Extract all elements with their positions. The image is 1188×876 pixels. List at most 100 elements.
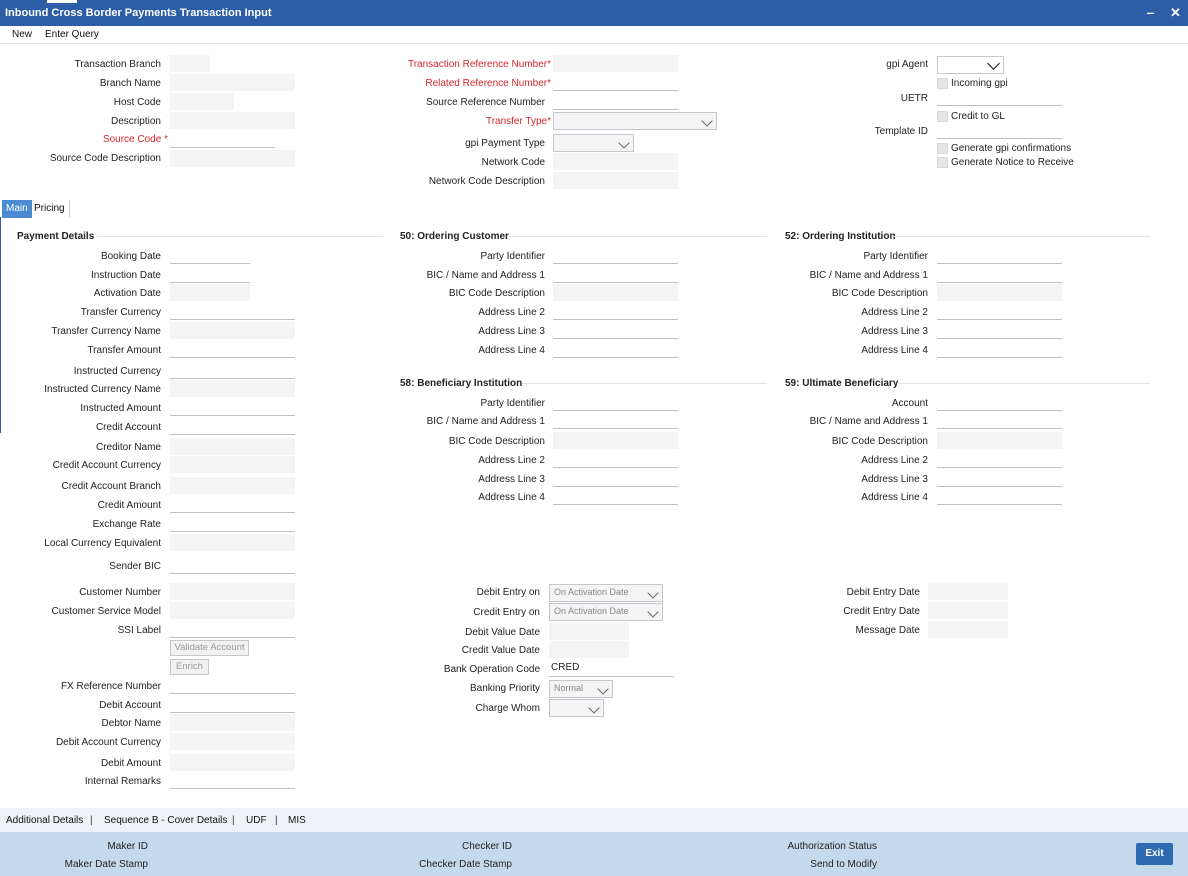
transfer-currency-field[interactable] [170,303,295,320]
oc-address3-field[interactable] [553,322,678,339]
instruction-date-field[interactable] [170,266,250,283]
internal-remarks-field[interactable] [170,772,295,789]
customer-service-model-field[interactable] [170,602,295,619]
description-field[interactable] [170,112,295,129]
message-date-field[interactable] [928,621,1008,638]
txn-ref-label: Transaction Reference Number* [408,59,551,70]
bi-address2-field[interactable] [553,451,678,468]
related-ref-field[interactable] [553,74,678,91]
oc-address4-field[interactable] [553,341,678,358]
credit-entry-on-value: On Activation Date [554,606,629,616]
oi-address4-field[interactable] [937,341,1062,358]
activation-date-field[interactable] [170,284,250,301]
network-code-desc-label: Network Code Description [428,176,545,187]
ub-address3-field[interactable] [937,470,1062,487]
gpi-payment-type-select[interactable] [553,134,634,152]
fx-reference-number-field[interactable] [170,677,295,694]
oc-party-identifier-field[interactable] [553,247,678,264]
credit-to-gl-checkbox[interactable] [937,111,948,122]
transaction-branch-field[interactable] [170,55,210,72]
network-code-desc-field[interactable] [553,172,678,189]
menu-enter-query[interactable]: Enter Query [45,29,99,40]
oi-address2-field[interactable] [937,303,1062,320]
oc-bic-field[interactable] [553,266,678,283]
bi-bic-desc-field[interactable] [553,432,678,449]
minimize-icon[interactable]: ‒ [1147,6,1154,20]
debit-account-field[interactable] [170,696,295,713]
debit-value-date-field[interactable] [549,623,629,640]
bi-address3-field[interactable] [553,470,678,487]
credit-account-field[interactable] [170,418,295,435]
instructed-amount-field[interactable] [170,399,295,416]
debit-amount-field[interactable] [170,754,295,771]
debit-entry-on-select[interactable]: On Activation Date [549,584,663,602]
enrich-button[interactable]: Enrich [170,659,209,675]
source-code-field[interactable] [170,131,275,148]
source-code-description-field[interactable] [170,150,295,167]
creditor-name-field[interactable] [170,438,295,455]
credit-account-branch-field[interactable] [170,477,295,494]
mis-link[interactable]: MIS [288,815,306,826]
incoming-gpi-label: Incoming gpi [951,78,1008,89]
transfer-currency-name-field[interactable] [170,322,295,339]
tab-main[interactable]: Main [2,200,32,218]
oi-bic-field[interactable] [937,266,1062,283]
bi-address4-field[interactable] [553,488,678,505]
bi-bic-field[interactable] [553,412,678,429]
branch-name-label: Branch Name [99,78,161,89]
generate-gpi-confirmations-checkbox[interactable] [937,143,948,154]
debtor-name-field[interactable] [170,714,295,731]
credit-amount-field[interactable] [170,496,295,513]
host-code-field[interactable] [170,93,234,110]
charge-whom-select[interactable] [549,699,604,717]
bank-operation-code-field[interactable]: CRED [549,660,674,677]
uetr-field[interactable] [937,89,1062,106]
generate-notice-label: Generate Notice to Receive [951,157,1074,168]
txn-ref-field[interactable] [553,55,678,72]
oc-address2-field[interactable] [553,303,678,320]
ssi-label-field[interactable] [170,621,295,638]
ub-address2-field[interactable] [937,451,1062,468]
close-icon[interactable]: ✕ [1170,6,1181,20]
local-currency-equivalent-field[interactable] [170,534,295,551]
ub-account-field[interactable] [937,394,1062,411]
tab-pricing[interactable]: Pricing [30,200,69,218]
gpi-agent-select[interactable] [937,56,1004,74]
incoming-gpi-checkbox[interactable] [937,78,948,89]
sequence-b-link[interactable]: Sequence B - Cover Details [104,815,227,826]
ub-bic-desc-field[interactable] [937,432,1062,449]
booking-date-field[interactable] [170,247,250,264]
transfer-type-select[interactable] [553,112,717,130]
exit-button[interactable]: Exit [1136,843,1173,865]
oi-address3-field[interactable] [937,322,1062,339]
oi-bic-desc-field[interactable] [937,284,1062,301]
template-id-field[interactable] [937,122,1062,139]
credit-account-currency-field[interactable] [170,456,295,473]
credit-entry-on-select[interactable]: On Activation Date [549,603,663,621]
menu-new[interactable]: New [12,29,32,40]
oc-bic-desc-field[interactable] [553,284,678,301]
source-ref-field[interactable] [553,93,678,110]
ub-bic-field[interactable] [937,412,1062,429]
instructed-currency-field[interactable] [170,362,295,379]
credit-entry-date-field[interactable] [928,602,1008,619]
customer-number-field[interactable] [170,583,295,600]
additional-details-link[interactable]: Additional Details [6,815,83,826]
banking-priority-select[interactable]: Normal [549,680,613,698]
ub-address4-field[interactable] [937,488,1062,505]
transfer-amount-field[interactable] [170,341,295,358]
instructed-currency-name-field[interactable] [170,380,295,397]
generate-notice-checkbox[interactable] [937,157,948,168]
sender-bic-field[interactable] [170,557,295,574]
udf-link[interactable]: UDF [246,815,267,826]
validate-account-button[interactable]: Validate Account [170,640,249,656]
credit-value-date-field[interactable] [549,641,629,658]
bi-party-identifier-field[interactable] [553,394,678,411]
debit-account-currency-field[interactable] [170,733,295,750]
exchange-rate-field[interactable] [170,515,295,532]
credit-value-date-label: Credit Value Date [461,645,540,656]
branch-name-field[interactable] [170,74,295,91]
debit-entry-date-field[interactable] [928,583,1008,600]
oi-party-identifier-field[interactable] [937,247,1062,264]
network-code-field[interactable] [553,153,678,170]
